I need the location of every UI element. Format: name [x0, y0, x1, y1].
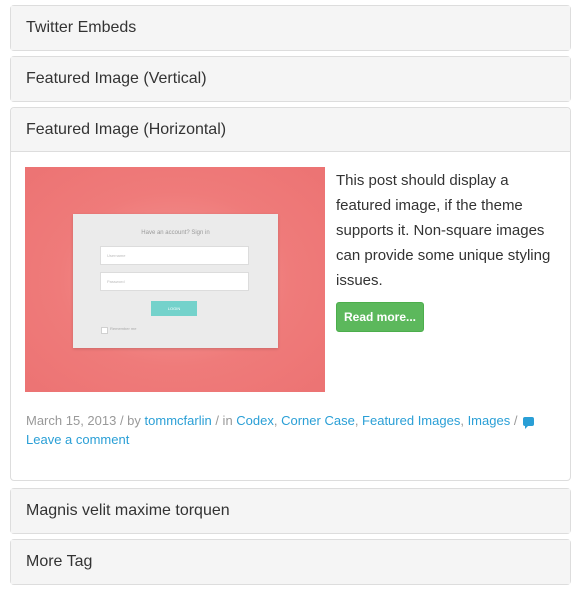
- panel-heading-featured-image-horizontal[interactable]: Featured Image (Horizontal): [11, 108, 570, 152]
- panel-heading-twitter-embeds[interactable]: Twitter Embeds: [11, 6, 570, 50]
- category-separator: ,: [354, 413, 363, 428]
- panel-body: Have an account? Sign in Username Passwo…: [11, 152, 570, 480]
- thumbnail-password-field: Password: [100, 272, 249, 291]
- category-link-images[interactable]: Images: [468, 413, 511, 428]
- meta-separator: / in: [211, 413, 237, 428]
- category-link-codex[interactable]: Codex: [236, 413, 274, 428]
- accordion-panel-more-tag: More Tag: [10, 539, 571, 585]
- accordion-panel-featured-image-horizontal: Featured Image (Horizontal) Have an acco…: [10, 107, 571, 481]
- author-link[interactable]: tommcfarlin: [145, 413, 212, 428]
- featured-image-thumbnail[interactable]: Have an account? Sign in Username Passwo…: [25, 167, 325, 392]
- panel-heading-magnis-velit[interactable]: Magnis velit maxime torquen: [11, 489, 570, 533]
- thumbnail-login-title: Have an account? Sign in: [141, 230, 210, 236]
- leave-comment-link[interactable]: Leave a comment: [26, 432, 129, 447]
- panel-heading-more-tag[interactable]: More Tag: [11, 540, 570, 584]
- accordion-panel-twitter-embeds: Twitter Embeds: [10, 5, 571, 51]
- thumbnail-login-card: Have an account? Sign in Username Passwo…: [73, 214, 278, 348]
- comment-icon[interactable]: [523, 417, 535, 429]
- read-more-button[interactable]: Read more...: [336, 302, 424, 332]
- post-excerpt: This post should display a featured imag…: [336, 172, 551, 289]
- thumbnail-remember-checkbox: [101, 327, 108, 334]
- meta-separator: / by: [116, 413, 145, 428]
- thumbnail-remember-label: Remember me: [110, 326, 137, 331]
- panel-heading-featured-image-vertical[interactable]: Featured Image (Vertical): [11, 57, 570, 101]
- meta-separator: /: [510, 413, 522, 428]
- post-meta: March 15, 2013 / by tommcfarlin / in Cod…: [26, 411, 561, 449]
- thumbnail-username-field: Username: [100, 246, 249, 265]
- thumbnail-login-button: LOGIN: [151, 301, 197, 316]
- accordion-panel-magnis-velit: Magnis velit maxime torquen: [10, 488, 571, 534]
- category-link-corner-case[interactable]: Corner Case: [281, 413, 355, 428]
- category-link-featured-images[interactable]: Featured Images: [362, 413, 460, 428]
- accordion-panel-featured-image-vertical: Featured Image (Vertical): [10, 56, 571, 102]
- post-date: March 15, 2013: [26, 413, 117, 428]
- category-separator: ,: [460, 413, 468, 428]
